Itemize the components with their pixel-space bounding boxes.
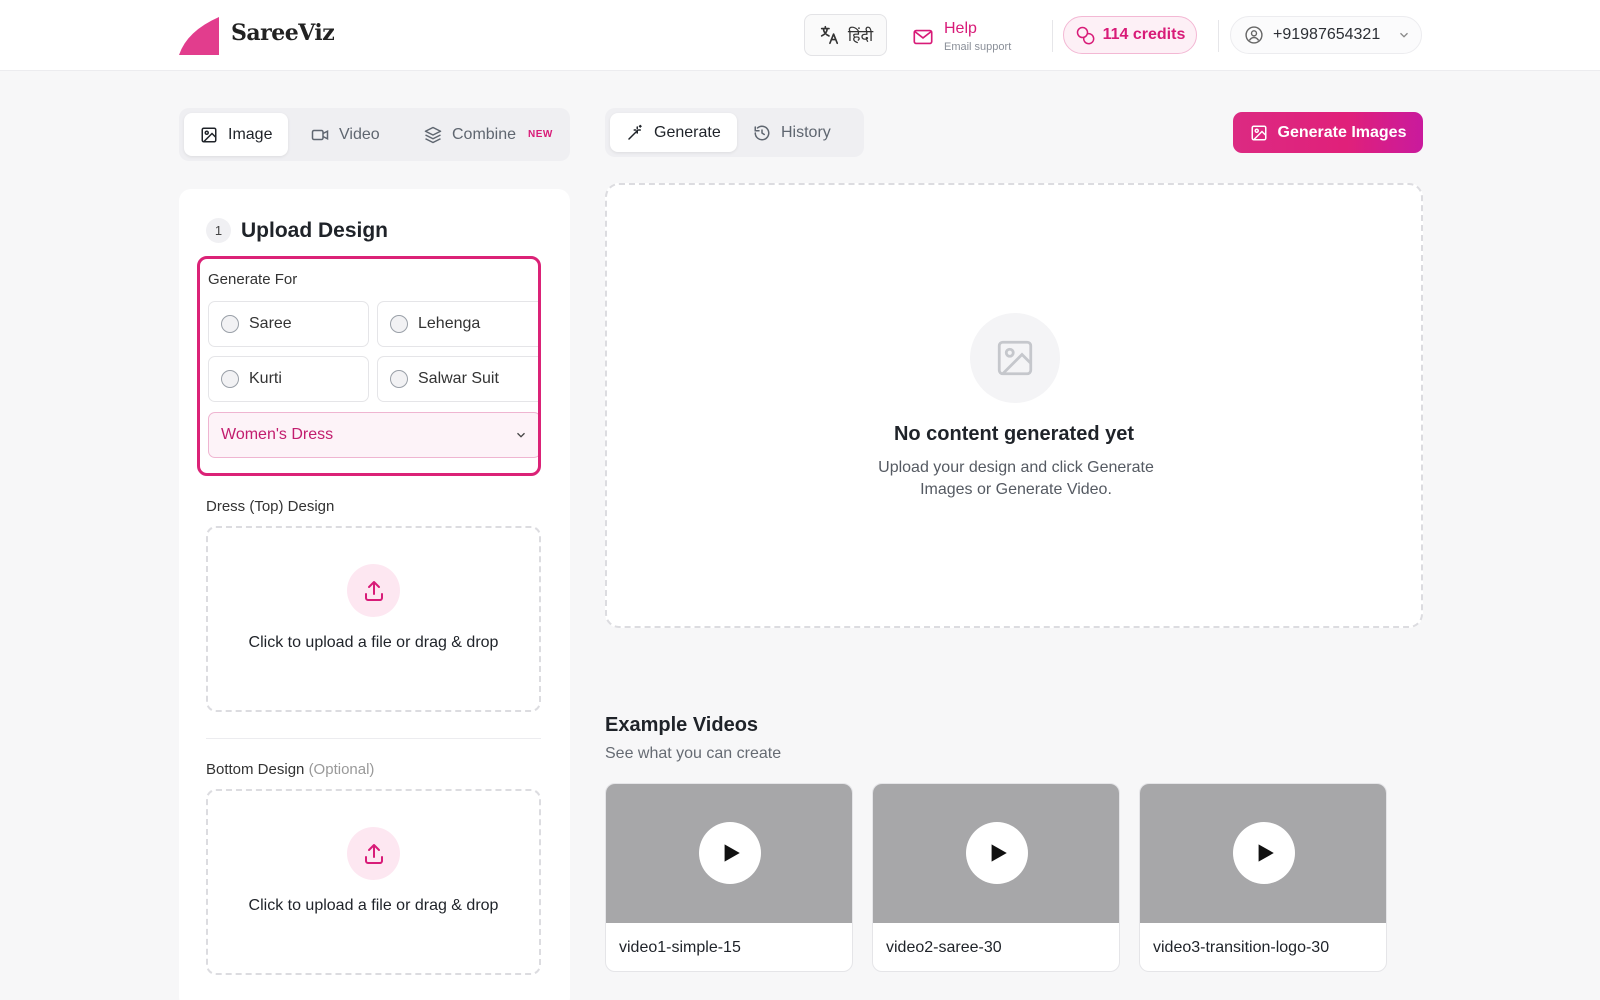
help-link[interactable]: Help Email support (912, 20, 1011, 53)
video-thumbnail[interactable] (1140, 784, 1386, 923)
upload-icon-wrap (347, 827, 400, 880)
header-divider (1052, 20, 1053, 52)
play-icon (991, 844, 1007, 862)
tab-generate-label: Generate (654, 123, 721, 141)
video-thumbnail[interactable] (606, 784, 852, 923)
video-card[interactable]: video2-saree-30 (872, 783, 1120, 972)
header-divider (1218, 20, 1219, 52)
empty-state-title: No content generated yet (893, 423, 1135, 445)
account-phone: +91987654321 (1273, 26, 1381, 43)
step-number: 1 (206, 218, 231, 243)
language-toggle-button[interactable]: हिंदी (804, 14, 887, 56)
tab-image-label: Image (228, 125, 273, 143)
dress-type-value: Women's Dress (221, 426, 334, 443)
language-label: हिंदी (847, 28, 874, 45)
account-menu-button[interactable]: +91987654321 (1230, 16, 1422, 54)
upload-icon (364, 580, 383, 601)
top-bar: SareeViz हिंदी Help Email support 114 cr… (0, 0, 1600, 71)
top-design-label: Dress (Top) Design (206, 498, 335, 515)
video-card[interactable]: video3-transition-logo-30 (1139, 783, 1387, 972)
tab-combine[interactable]: Combine NEW (408, 113, 569, 156)
user-circle-icon (1245, 26, 1263, 44)
upload-instructions: Click to upload a file or drag & drop (248, 897, 499, 914)
brand-logo-icon (179, 17, 219, 55)
examples-title: Example Videos (605, 714, 759, 736)
image-placeholder-icon (997, 340, 1033, 376)
section-divider (206, 738, 541, 739)
empty-state-icon-wrap (970, 313, 1060, 403)
upload-instructions: Click to upload a file or drag & drop (248, 634, 499, 651)
chevron-down-icon (1400, 32, 1409, 38)
output-area: No content generated yet Upload your des… (605, 183, 1423, 628)
radio-circle[interactable] (390, 315, 408, 333)
optional-tag: (Optional) (308, 761, 375, 778)
radio-circle[interactable] (390, 370, 408, 388)
translate-icon (820, 25, 838, 45)
bottom-design-title: Bottom Design (206, 761, 305, 778)
tab-generate[interactable]: Generate (610, 113, 737, 152)
generate-images-label: Generate Images (1277, 123, 1407, 141)
radio-kurti[interactable]: Kurti (208, 356, 369, 402)
bottom-design-label: Bottom Design (Optional) (206, 761, 374, 778)
tab-image[interactable]: Image (184, 113, 289, 156)
radio-saree-label: Saree (249, 315, 292, 332)
new-badge: NEW (528, 129, 553, 140)
play-button[interactable] (699, 822, 761, 884)
radio-kurti-label: Kurti (249, 370, 282, 387)
mode-tabs: Image Video Combine NEW (179, 108, 570, 161)
history-icon (754, 125, 770, 140)
chevron-down-icon (517, 432, 525, 438)
generate-for-group: Generate For Saree Lehenga Kurti Salwar … (197, 256, 541, 476)
empty-state-subtitle: Upload your design and click Generate Im… (878, 459, 1154, 498)
radio-salwar-suit[interactable]: Salwar Suit (377, 356, 538, 402)
upload-icon-wrap (347, 564, 400, 617)
video-title: video1-simple-15 (619, 939, 741, 956)
tab-history-label: History (781, 123, 831, 141)
credits-badge[interactable]: 114 credits (1063, 16, 1197, 54)
radio-lehenga[interactable]: Lehenga (377, 301, 538, 347)
upload-section-title: Upload Design (241, 219, 389, 242)
bottom-design-dropzone[interactable]: Click to upload a file or drag & drop (206, 789, 541, 975)
brand-name[interactable]: SareeViz (231, 20, 335, 46)
tab-combine-label: Combine (452, 125, 517, 143)
layers-icon (424, 126, 442, 143)
mail-icon (913, 29, 933, 45)
help-title: Help (944, 20, 977, 37)
tab-video-label: Video (339, 125, 380, 143)
video-title: video3-transition-logo-30 (1153, 939, 1330, 956)
image-icon (201, 127, 217, 142)
radio-salwar-suit-label: Salwar Suit (418, 370, 499, 387)
upload-icon (364, 843, 383, 864)
image-icon (1251, 125, 1267, 140)
video-title: video2-saree-30 (886, 939, 1002, 956)
help-subtitle: Email support (944, 41, 1012, 53)
radio-lehenga-label: Lehenga (418, 315, 481, 332)
radio-circle[interactable] (221, 370, 239, 388)
generate-images-button[interactable]: Generate Images (1233, 112, 1423, 153)
play-icon (724, 844, 740, 862)
radio-circle[interactable] (221, 315, 239, 333)
output-tabs: Generate History (605, 108, 864, 157)
video-thumbnail[interactable] (873, 784, 1119, 923)
video-card[interactable]: video1-simple-15 (605, 783, 853, 972)
video-camera-icon (311, 129, 329, 140)
play-button[interactable] (966, 822, 1028, 884)
radio-saree[interactable]: Saree (208, 301, 369, 347)
credits-label: 114 credits (1102, 26, 1186, 43)
examples-subtitle: See what you can create (605, 745, 782, 762)
tab-history[interactable]: History (737, 113, 847, 152)
play-button[interactable] (1233, 822, 1295, 884)
coins-icon (1076, 26, 1095, 45)
generate-for-label: Generate For (208, 271, 298, 288)
magic-wand-icon (628, 124, 642, 140)
tab-video[interactable]: Video (295, 113, 396, 156)
dress-type-select[interactable]: Women's Dress (208, 412, 538, 458)
play-icon (1258, 844, 1274, 862)
top-design-dropzone[interactable]: Click to upload a file or drag & drop (206, 526, 541, 712)
